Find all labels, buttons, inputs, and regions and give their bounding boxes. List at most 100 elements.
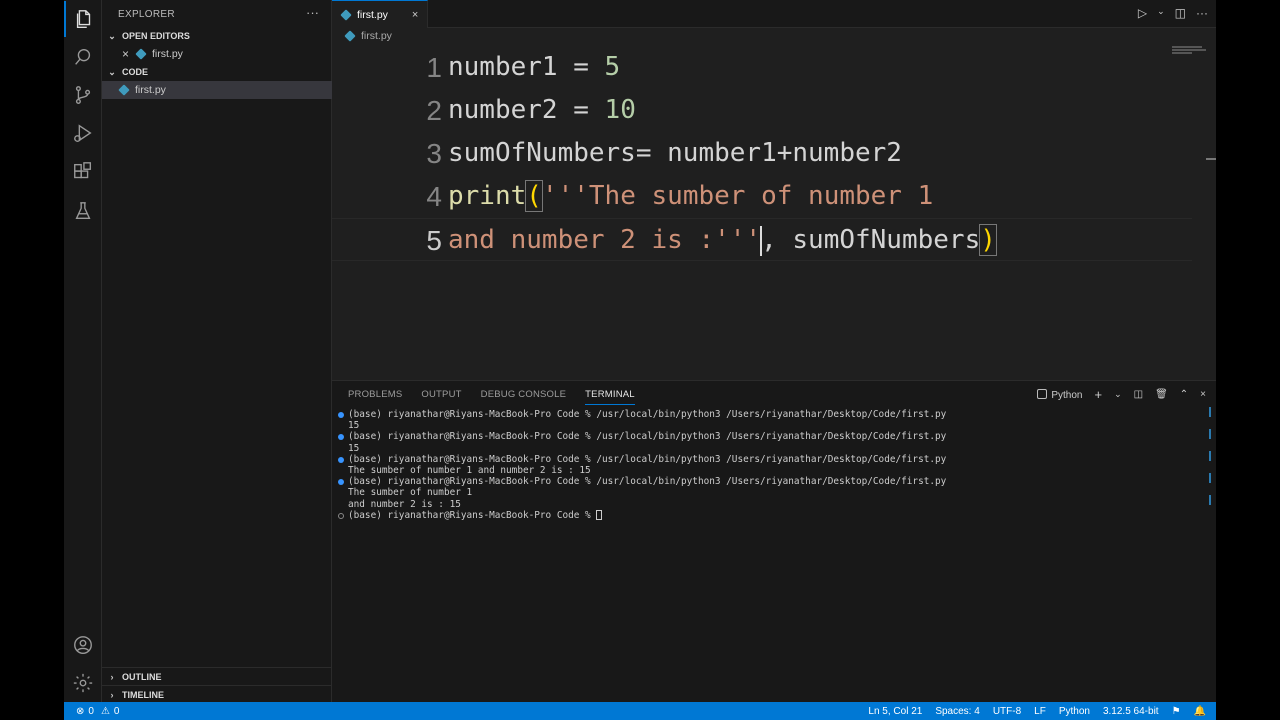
file-item-first-py[interactable]: first.py [102,81,332,99]
line-number: 2 [426,95,442,126]
python-file-icon [118,84,130,96]
terminal-shell-selector[interactable]: Python [1037,388,1083,401]
minimap[interactable] [1172,46,1212,54]
chevron-down-icon: ⌄ [108,30,116,41]
command-decoration-icon[interactable] [338,412,344,418]
account-icon[interactable] [64,627,102,663]
line-number: 5 [426,225,442,256]
maximize-panel-icon[interactable]: ⌃ [1180,389,1188,400]
vscode-window: EXPLORER ··· ⌄ OPEN EDITORS × first.py ⌄… [64,0,1216,720]
code-line[interactable]: 3 sumOfNumbers= number1+number2 [332,132,1192,175]
chevron-right-icon: › [110,671,114,682]
terminal-text: (base) riyanathar@Riyans-MacBook-Pro Cod… [348,431,947,443]
notifications-bell-icon[interactable]: 🔔 [1194,706,1206,717]
trash-icon[interactable]: 🗑 [1155,389,1168,400]
explorer-sidebar: EXPLORER ··· ⌄ OPEN EDITORS × first.py ⌄… [102,0,332,702]
tab-close-icon[interactable]: × [412,9,418,21]
language-mode[interactable]: Python [1059,706,1090,717]
split-terminal-icon[interactable]: ◫ [1134,389,1143,400]
code-line[interactable]: 2 number2 = 10 [332,89,1192,132]
terminal-line: 15 [338,420,946,431]
timeline-header[interactable]: › TIMELINE [102,685,332,703]
close-panel-icon[interactable]: × [1200,389,1206,400]
code-line[interactable]: 4 print('''The sumber of number 1 [332,175,1192,218]
more-actions-icon[interactable]: ··· [306,5,319,20]
open-editors-label: OPEN EDITORS [122,31,190,41]
status-right: Ln 5, Col 21 Spaces: 4 UTF-8 LF Python 3… [868,702,1206,720]
indentation[interactable]: Spaces: 4 [935,706,979,717]
open-editor-item[interactable]: × first.py [102,45,332,63]
outline-header[interactable]: › OUTLINE [102,667,332,685]
command-decoration-icon[interactable] [338,456,344,463]
line-number: 3 [426,138,442,169]
code-token: sumOfNumbers= number1+number2 [448,138,902,168]
close-icon[interactable]: × [122,47,129,61]
terminal-text: (base) riyanathar@Riyans-MacBook-Pro Cod… [348,476,947,488]
terminal-line: (base) riyanathar@Riyans-MacBook-Pro Cod… [338,476,946,487]
terminal-line: The sumber of number 1 and number 2 is :… [338,465,946,476]
terminal-text: 15 [348,442,360,454]
editor-area[interactable]: first.py × ▷ ⌄ ◫ ··· first.py 1 number1 =… [332,0,1216,380]
python-interpreter[interactable]: 3.12.5 64-bit [1103,706,1159,717]
split-editor-icon[interactable]: ◫ [1175,6,1186,20]
command-decoration-icon[interactable] [338,479,344,486]
extensions-icon[interactable] [64,154,102,190]
code-text: and number 2 is :''', sumOfNumbers) [448,219,997,262]
panel-tab-output[interactable]: OUTPUT [421,389,461,405]
terminal-output[interactable]: (base) riyanathar@Riyans-MacBook-Pro Cod… [338,409,946,521]
error-icon: ⊗ [76,705,85,717]
chevron-right-icon: › [110,689,114,700]
panel-tab-debug-console[interactable]: DEBUG CONSOLE [481,389,566,405]
settings-gear-icon[interactable] [64,665,102,701]
panel-tab-problems[interactable]: PROBLEMS [348,389,402,405]
chevron-down-icon[interactable]: ⌄ [1157,6,1165,20]
code-line[interactable]: 1 number1 = 5 [332,46,1192,89]
bottom-panel: PROBLEMS OUTPUT DEBUG CONSOLE TERMINAL Pyth… [332,380,1216,702]
problems-indicator[interactable]: ⊗ 0 ⚠ 0 [64,702,119,720]
shell-name: Python [1051,389,1083,401]
terminal-scrollbar[interactable] [1209,407,1212,547]
code-line[interactable]: 5 and number 2 is :''', sumOfNumbers) [332,218,1192,261]
breadcrumb[interactable]: first.py [344,30,392,42]
code-view[interactable]: 1 number1 = 5 2 number2 = 10 3 sumOfNumbers= … [332,46,1192,261]
command-decoration-icon[interactable] [338,434,344,441]
code-token: 10 [604,95,636,125]
source-control-icon[interactable] [64,77,102,113]
end-of-line[interactable]: LF [1034,706,1046,717]
python-file-icon [135,48,147,60]
warning-count: 0 [113,705,120,717]
panel-tab-terminal[interactable]: TERMINAL [585,389,635,405]
code-text: number2 = 10 [448,89,636,132]
testing-icon[interactable] [64,193,102,229]
run-debug-icon[interactable] [64,115,102,151]
folder-code-header[interactable]: ⌄ CODE [102,63,332,81]
sidebar-title: EXPLORER [118,9,175,20]
line-number: 1 [426,52,442,83]
open-editors-header[interactable]: ⌄ OPEN EDITORS [102,27,332,45]
explorer-icon[interactable] [64,1,102,37]
more-actions-icon[interactable]: ··· [1196,6,1208,20]
terminal-line: 15 [338,443,946,454]
run-icon[interactable]: ▷ [1138,6,1147,20]
code-token: , sumOfNumbers [761,225,981,255]
code-token: 5 [604,52,621,82]
panel-actions: Python + ⌄ ◫ 🗑 ⌃ × [1037,387,1206,402]
cursor-position[interactable]: Ln 5, Col 21 [868,706,922,717]
editor-scrollbar[interactable] [1206,158,1216,160]
chevron-down-icon[interactable]: ⌄ [1114,389,1122,400]
tab-first-py[interactable]: first.py × [332,0,428,28]
encoding[interactable]: UTF-8 [993,706,1021,717]
command-decoration-icon[interactable] [338,512,344,519]
python-file-icon [344,30,356,42]
new-terminal-icon[interactable]: + [1094,387,1102,402]
code-token: '''The sumber of number 1 [541,181,934,211]
code-token: and number 2 is :''' [448,225,762,255]
code-text: print('''The sumber of number 1 [448,175,933,218]
terminal-line: The sumber of number 1 [338,487,946,498]
terminal-line: (base) riyanathar@Riyans-MacBook-Pro Cod… [338,454,946,465]
terminal-line: (base) riyanathar@Riyans-MacBook-Pro Cod… [338,409,946,420]
terminal-line: (base) riyanathar@Riyans-MacBook-Pro Cod… [338,431,946,442]
open-editor-name: first.py [152,48,183,60]
search-icon[interactable] [64,39,102,75]
feedback-icon[interactable]: ⚑ [1172,706,1181,717]
